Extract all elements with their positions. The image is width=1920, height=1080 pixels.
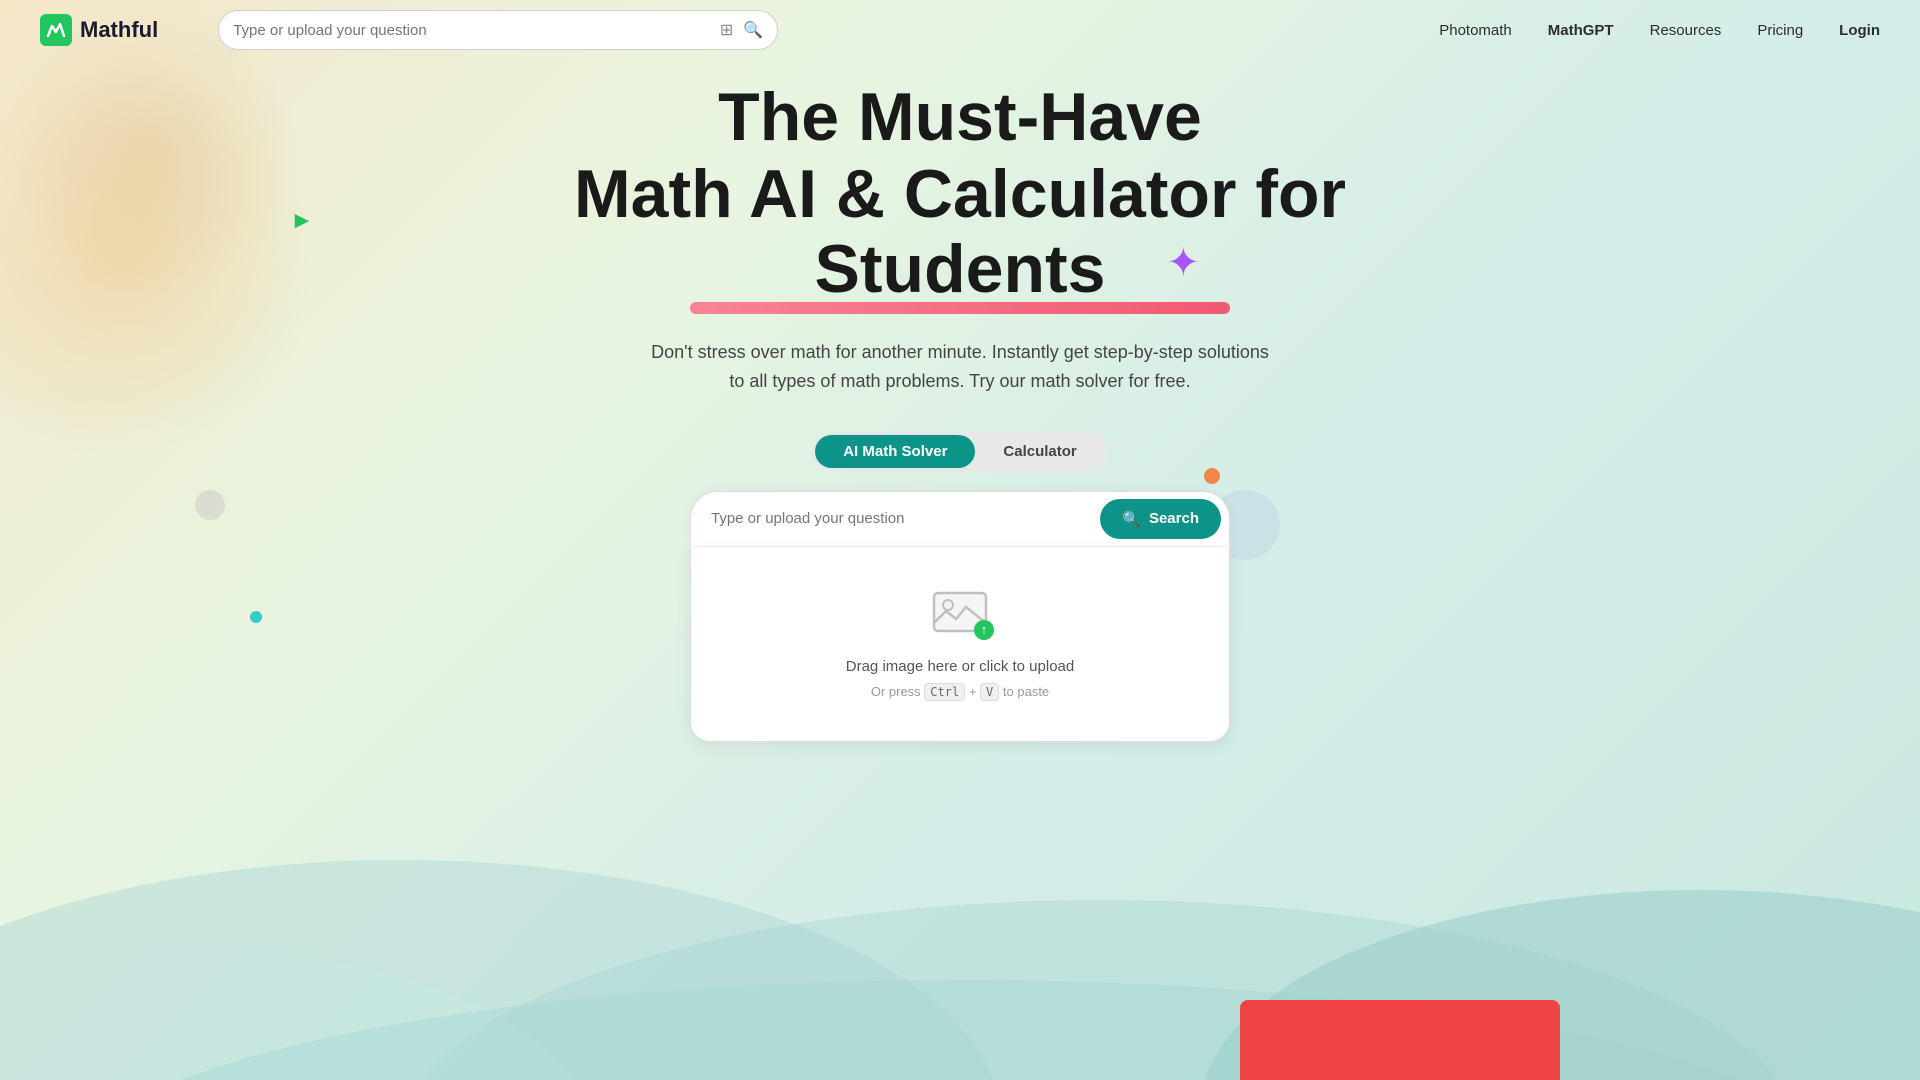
search-button[interactable]: 🔍 Search xyxy=(1100,499,1221,539)
decorative-red-button-bottom xyxy=(1240,1000,1560,1080)
search-row: 🔍 Search xyxy=(690,491,1230,547)
navbar: Mathful ⊞ 🔍 Photomath MathGPT Resources … xyxy=(0,0,1920,60)
upload-hint-suffix: to paste xyxy=(1003,684,1049,699)
main-search-input[interactable] xyxy=(711,510,1100,527)
upload-hint-plus: + xyxy=(969,684,977,699)
nav-link-photomath[interactable]: Photomath xyxy=(1439,22,1512,39)
upload-area[interactable]: ↑ Drag image here or click to upload Or … xyxy=(690,547,1230,742)
nav-search-bar[interactable]: ⊞ 🔍 xyxy=(218,10,778,50)
logo[interactable]: Mathful xyxy=(40,14,158,46)
decorative-arrow-green: ► xyxy=(290,207,314,235)
logo-text: Mathful xyxy=(80,17,158,43)
upload-icon-container: ↑ xyxy=(930,587,990,642)
tab-calculator[interactable]: Calculator xyxy=(975,435,1104,468)
main-content: The Must-Have Math AI & Calculator for S… xyxy=(510,80,1410,742)
upload-drag-text: Drag image here or click to upload xyxy=(846,658,1074,675)
subtitle: Don't stress over math for another minut… xyxy=(651,338,1269,396)
upload-key-ctrl: Ctrl xyxy=(924,683,965,701)
decorative-dot-teal xyxy=(250,611,262,623)
grid-icon[interactable]: ⊞ xyxy=(720,20,733,40)
solver-tabs: AI Math Solver Calculator xyxy=(812,432,1108,471)
search-upload-card: 🔍 Search ↑ Drag image here or click to u… xyxy=(690,491,1230,742)
nav-link-resources[interactable]: Resources xyxy=(1650,22,1722,39)
nav-link-mathgpt[interactable]: MathGPT xyxy=(1548,22,1614,39)
headline-line1: The Must-Have xyxy=(718,80,1202,155)
nav-link-pricing[interactable]: Pricing xyxy=(1757,22,1803,39)
search-button-icon: 🔍 xyxy=(1122,510,1141,528)
subtitle-line2: to all types of math problems. Try our m… xyxy=(729,371,1190,391)
logo-icon xyxy=(40,14,72,46)
tab-ai-math-solver[interactable]: AI Math Solver xyxy=(815,435,975,468)
upload-plus-badge: ↑ xyxy=(974,620,994,640)
nav-search-icon[interactable]: 🔍 xyxy=(743,20,763,40)
decorative-circle-left xyxy=(195,490,225,520)
nav-search-input[interactable] xyxy=(233,22,710,39)
search-button-label: Search xyxy=(1149,510,1199,527)
subtitle-line1: Don't stress over math for another minut… xyxy=(651,342,1269,362)
headline-line2: Math AI & Calculator for Students xyxy=(510,157,1410,307)
nav-links: Photomath MathGPT Resources Pricing Logi… xyxy=(1439,22,1880,39)
upload-key-v: V xyxy=(980,683,999,701)
nav-link-login[interactable]: Login xyxy=(1839,22,1880,39)
upload-hint-prefix: Or press xyxy=(871,684,921,699)
background-hills xyxy=(0,800,1920,1080)
upload-hint: Or press Ctrl + V to paste xyxy=(871,683,1049,701)
